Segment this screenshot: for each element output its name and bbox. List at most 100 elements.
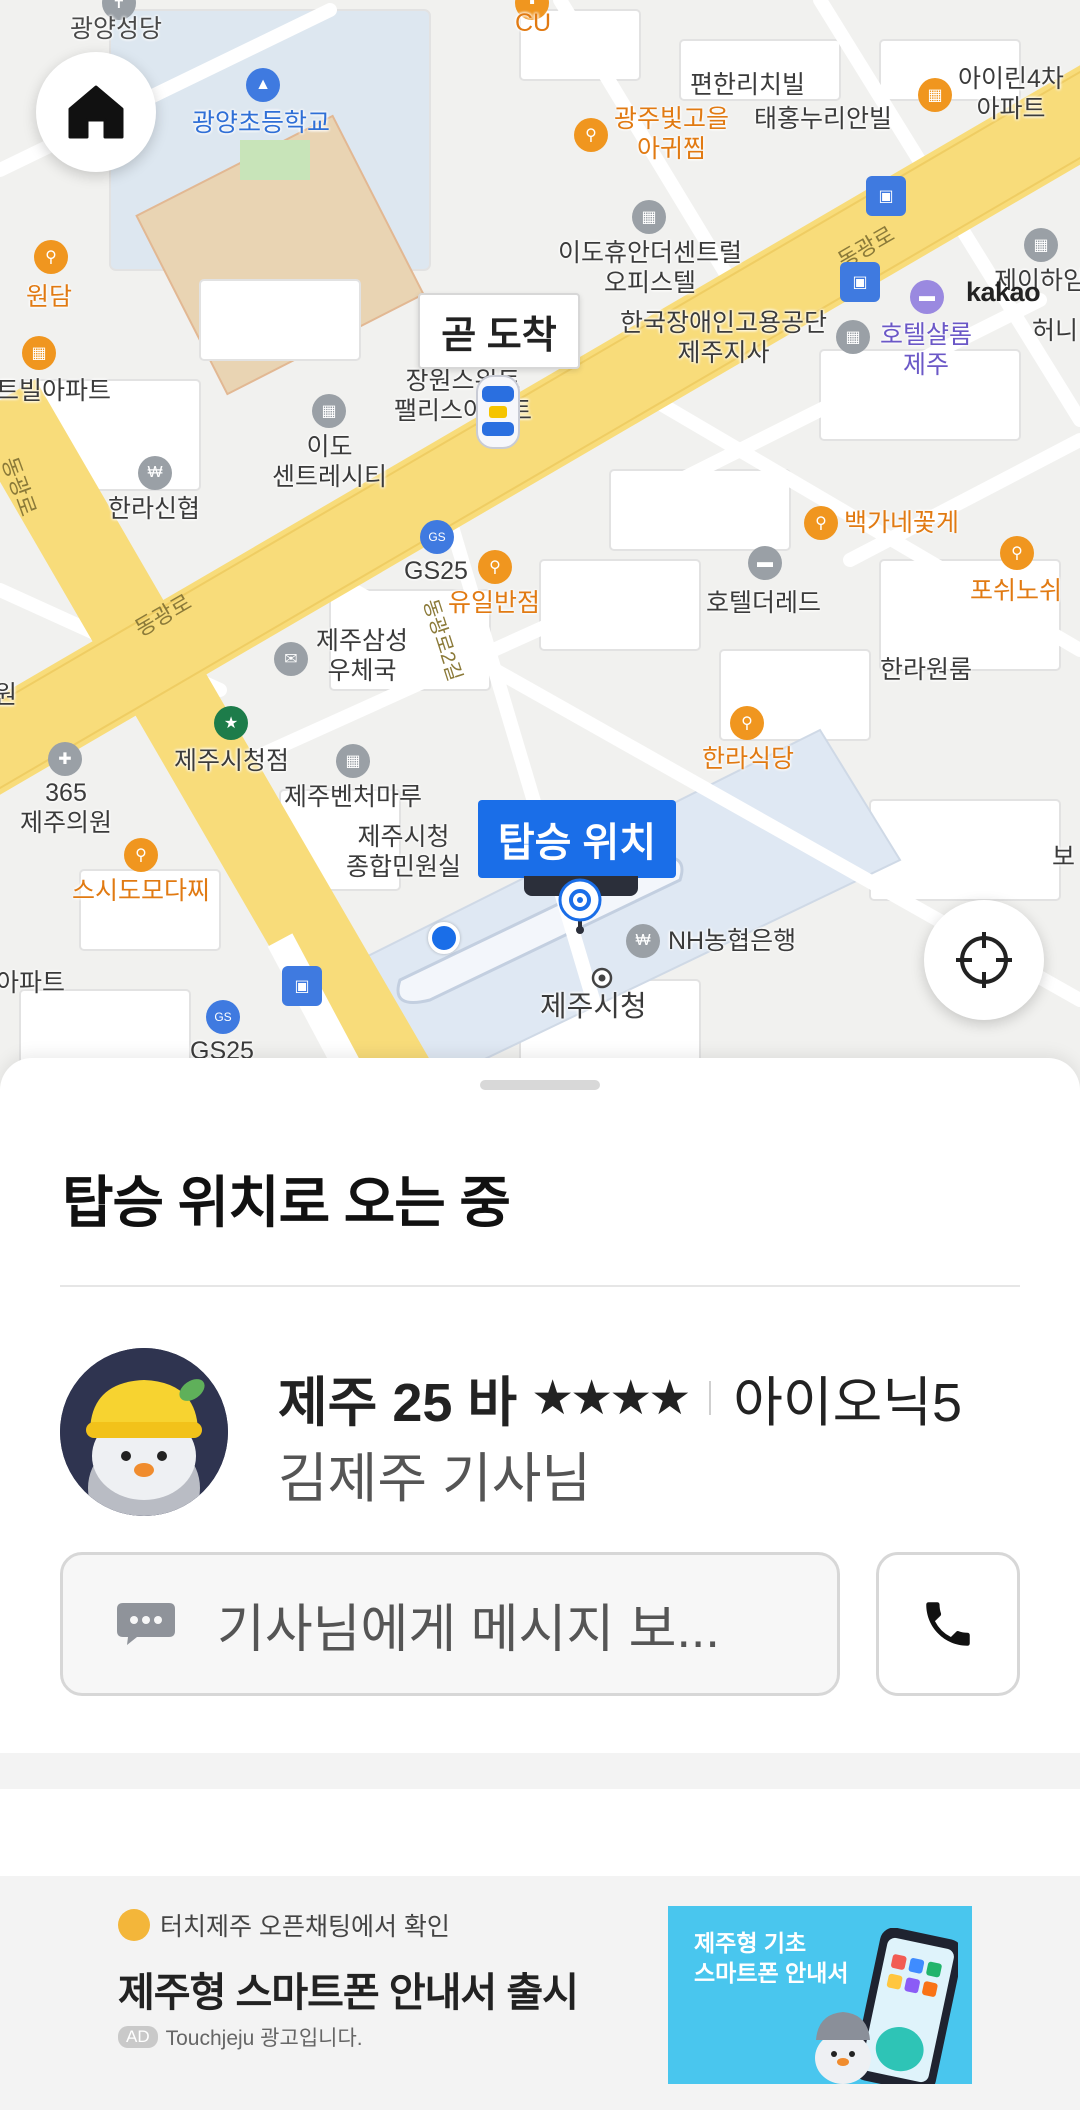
- bank-pin-icon: ₩: [626, 924, 660, 958]
- driver-avatar: [60, 1348, 228, 1516]
- poi-label[interactable]: 이도 센트레시티: [272, 432, 387, 492]
- building-pin-icon: ▦: [836, 320, 870, 354]
- poi-label[interactable]: 허니: [1032, 316, 1078, 346]
- building-pin-icon: ▦: [312, 394, 346, 428]
- poi-label[interactable]: 한라신협: [108, 494, 200, 524]
- ad-meta: AD Touchjeju 광고입니다.: [118, 2022, 363, 2052]
- poi-label[interactable]: 원: [0, 680, 17, 710]
- poi-label[interactable]: 호텔샬롬 제주: [880, 320, 972, 380]
- chat-bubble-icon: [117, 1603, 175, 1645]
- home-button[interactable]: [36, 52, 156, 172]
- hospital-pin-icon: ✚: [48, 742, 82, 776]
- ad-image-line: 스마트폰 안내서: [694, 1960, 849, 1986]
- touchjeju-logo-icon: [118, 1909, 150, 1941]
- ad-badge: AD: [118, 2026, 158, 2048]
- building-pin-icon: ▦: [336, 744, 370, 778]
- ad-headline[interactable]: 제주형 스마트폰 안내서 출시: [118, 1960, 579, 2018]
- poi-label[interactable]: 제주시청점: [174, 746, 289, 776]
- apartment-pin-icon: ▦: [22, 336, 56, 370]
- poi-label[interactable]: 한라식당: [702, 744, 794, 774]
- divider: [60, 1285, 1020, 1287]
- ride-status-title: 탑승 위치로 오는 중: [62, 1171, 511, 1234]
- call-driver-button[interactable]: [876, 1552, 1020, 1696]
- poi-label[interactable]: 원담: [26, 282, 72, 312]
- restaurant-pin-icon: ⚲: [478, 550, 512, 584]
- poi-label[interactable]: NH농협은행: [668, 926, 796, 956]
- crosshair-icon: [956, 932, 1012, 988]
- poi-label[interactable]: 제주시청 종합민원실: [346, 822, 461, 882]
- landmark-marker-icon: [591, 967, 613, 989]
- map-base: [0, 0, 1080, 1090]
- bus-stop-icon: ▣: [866, 176, 906, 216]
- poi-label[interactable]: 제주시청: [540, 992, 647, 1022]
- convenience-store-pin-icon: GS: [206, 1000, 240, 1034]
- driver-name: 김제주 기사님: [278, 1449, 592, 1509]
- vehicle-info: 제주 25 바 ★★★★ 아이오닉5: [278, 1358, 962, 1437]
- poi-label[interactable]: 편한리치빌: [690, 70, 805, 100]
- current-location-dot: [428, 922, 460, 954]
- poi-label[interactable]: 광양초등학교: [192, 108, 330, 138]
- character-mascot-icon: [815, 2012, 871, 2084]
- poi-label[interactable]: 광주빛고을 아귀찜: [614, 104, 729, 164]
- convenience-store-pin-icon: GS: [420, 520, 454, 554]
- license-plate: 제주 25 바: [278, 1373, 518, 1433]
- poi-label[interactable]: 포쉬노쉬: [970, 576, 1062, 606]
- separator: [709, 1380, 712, 1415]
- bus-stop-icon: ▣: [282, 966, 322, 1006]
- poi-label[interactable]: 광양성당: [70, 14, 162, 44]
- pickup-pin-icon: [558, 878, 602, 934]
- apartment-pin-icon: ▦: [918, 78, 952, 112]
- bank-pin-icon: ₩: [138, 456, 172, 490]
- poi-label[interactable]: 백가네꽃게: [844, 508, 959, 538]
- poi-label[interactable]: 유일반점: [448, 588, 540, 618]
- poi-label[interactable]: 제주벤처마루: [284, 782, 422, 812]
- poi-label[interactable]: 아이린4차 아파트: [958, 64, 1064, 124]
- home-icon: [68, 85, 124, 139]
- restaurant-pin-icon: ⚲: [34, 240, 68, 274]
- poi-label[interactable]: 아파트: [0, 968, 65, 998]
- locate-me-button[interactable]: [924, 900, 1044, 1020]
- map-view[interactable]: 동광로 동광로 동광로2길 동광로 ✝ ▪ ▲ ⚲ ▦ ⚲ ▦ ▦ ▣ ▣ ▬ …: [0, 0, 1080, 1090]
- pickup-location-label: 탑승 위치: [478, 800, 676, 878]
- ad-disclosure: Touchjeju 광고입니다.: [165, 2027, 363, 2050]
- restaurant-pin-icon: ⚲: [574, 118, 608, 152]
- poi-label[interactable]: 보: [1052, 842, 1075, 872]
- driver-rating-stars: ★★★★: [531, 1371, 691, 1425]
- taxi-car-icon: [476, 375, 520, 449]
- hotel-pin-icon: ▬: [910, 280, 944, 314]
- poi-label[interactable]: 이도휴안더센트럴 오피스텔: [558, 238, 742, 298]
- poi-label[interactable]: 태홍누리안빌: [754, 104, 892, 134]
- ad-source-text: 터치제주 오픈채팅에서 확인: [160, 1913, 450, 1941]
- building-pin-icon: ▦: [1024, 228, 1058, 262]
- school-pin-icon: ▲: [246, 68, 280, 102]
- poi-label[interactable]: 제주삼성 우체국: [316, 626, 408, 686]
- car-model: 아이오닉5: [733, 1373, 963, 1433]
- sheet-drag-handle[interactable]: [480, 1080, 600, 1090]
- cafe-pin-icon: ★: [214, 706, 248, 740]
- kakao-map-logo: kakao: [966, 277, 1041, 307]
- message-driver-input[interactable]: 기사님에게 메시지 보...: [60, 1552, 840, 1696]
- building-pin-icon: ▦: [632, 200, 666, 234]
- poi-label[interactable]: 호텔더레드: [706, 588, 821, 618]
- character-avatar-icon: [60, 1348, 228, 1516]
- restaurant-pin-icon: ⚲: [124, 838, 158, 872]
- restaurant-pin-icon: ⚲: [804, 506, 838, 540]
- poi-label[interactable]: 스시도모다찌: [72, 876, 210, 906]
- restaurant-pin-icon: ⚲: [730, 706, 764, 740]
- bus-stop-icon: ▣: [840, 262, 880, 302]
- ad-image[interactable]: 제주형 기초 스마트폰 안내서: [668, 1906, 972, 2084]
- ad-image-line: 제주형 기초: [694, 1930, 807, 1956]
- poi-label[interactable]: 한국장애인고용공단 제주지사: [620, 308, 827, 368]
- arrival-status-label: 곧 도착: [418, 293, 580, 369]
- poi-label[interactable]: 365 제주의원: [20, 778, 112, 838]
- restaurant-pin-icon: ⚲: [1000, 536, 1034, 570]
- poi-label[interactable]: 트빌아파트: [0, 376, 111, 406]
- post-office-pin-icon: ✉: [274, 642, 308, 676]
- poi-label[interactable]: CU: [515, 8, 551, 38]
- message-placeholder: 기사님에게 메시지 보...: [217, 1600, 720, 1659]
- ad-image-text: 제주형 기초 스마트폰 안내서: [694, 1928, 849, 1988]
- poi-label[interactable]: 한라원룸: [880, 655, 972, 685]
- poi-label[interactable]: GS25: [404, 556, 468, 586]
- section-separator: [0, 1753, 1080, 1789]
- hotel-pin-icon: ▬: [748, 546, 782, 580]
